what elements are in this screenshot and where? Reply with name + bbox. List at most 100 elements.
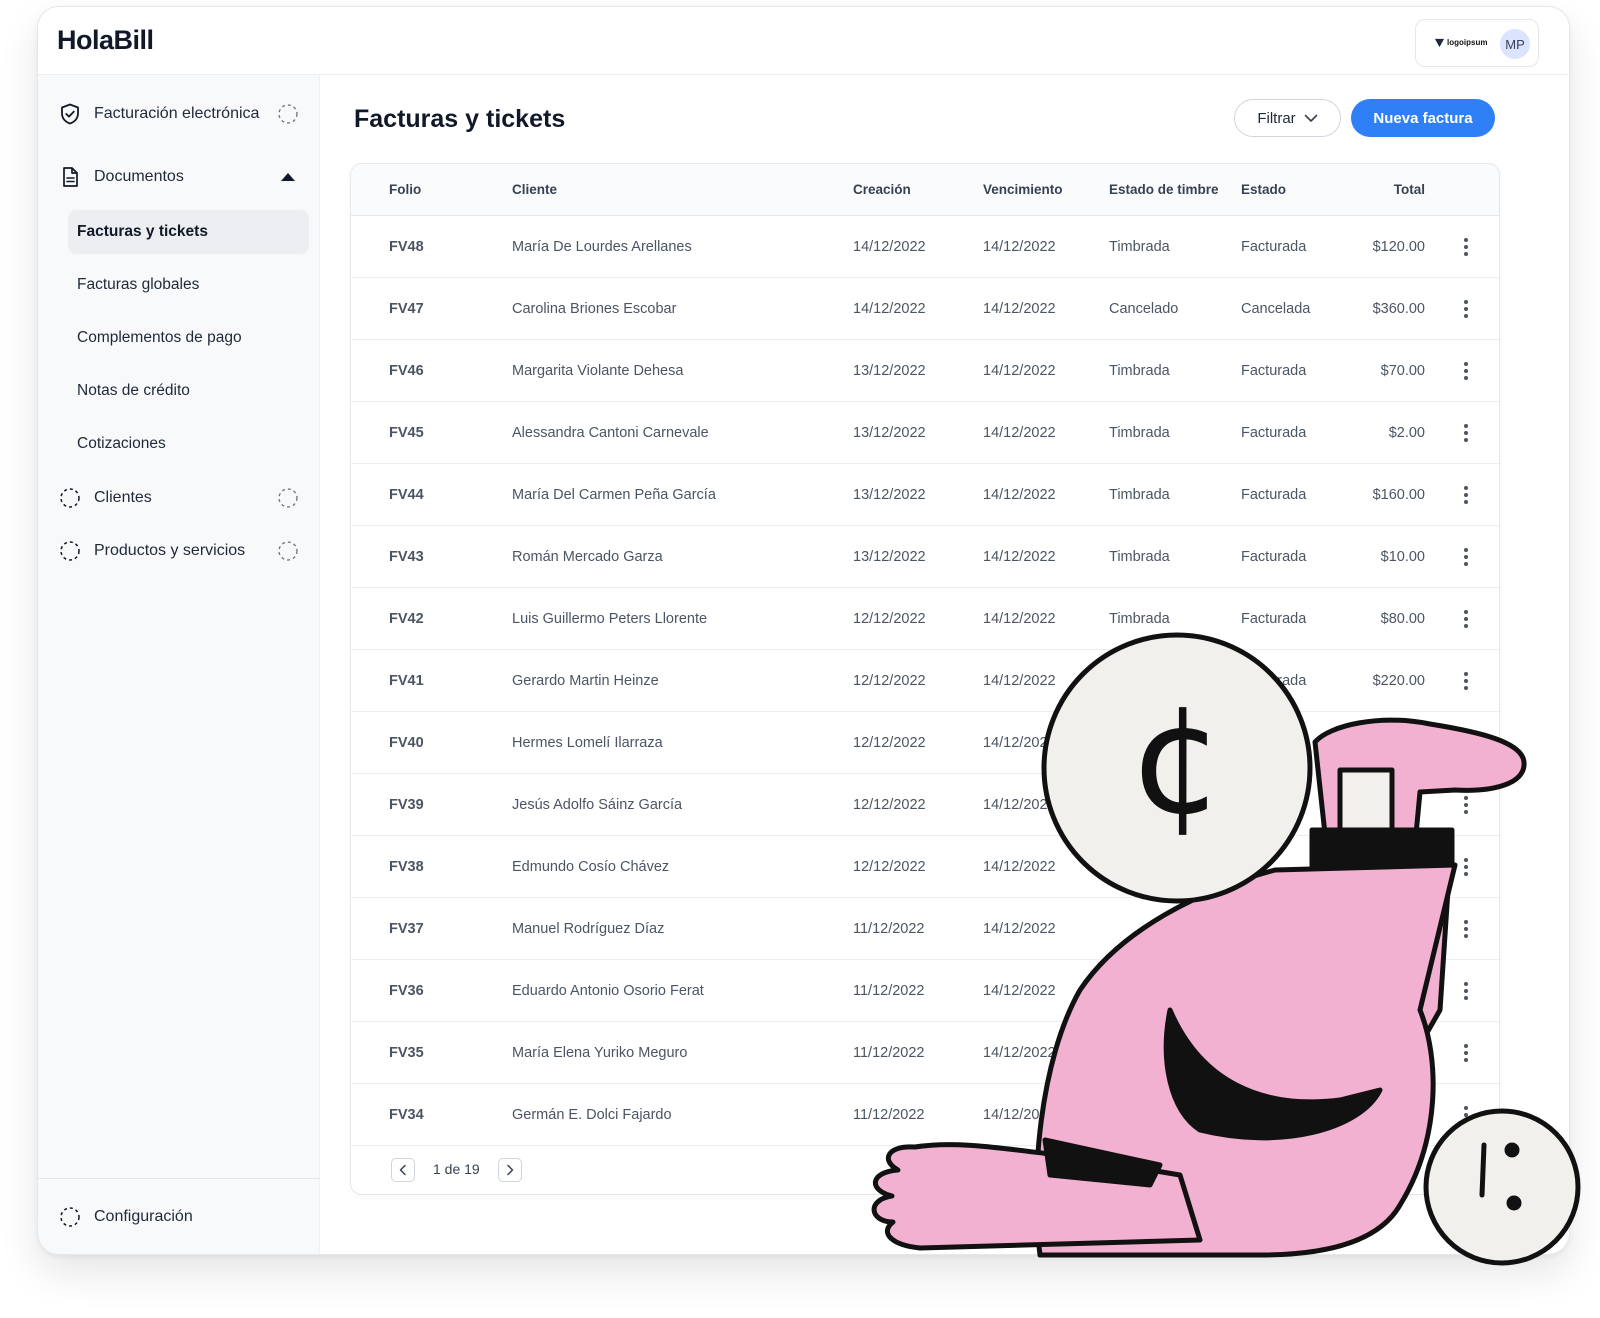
cell-vencimiento: 14/12/2022 — [983, 1045, 1056, 1061]
table-row[interactable]: FV46 Margarita Violante Dehesa 13/12/2022 1… — [351, 340, 1499, 402]
cell-vencimiento: 14/12/2022 — [983, 859, 1056, 875]
sidebar-subitem-cotizaciones[interactable]: Cotizaciones — [68, 422, 309, 466]
table-row[interactable]: FV48 María De Lourdes Arellanes 14/12/2022… — [351, 216, 1499, 278]
pagination: 1 de 19 — [351, 1146, 1499, 1194]
sidebar-item-productos-y-servicios[interactable]: Productos y servicios — [58, 529, 303, 573]
cell-estado-de-timbre: Timbrada — [1109, 549, 1170, 565]
cell-creacion: 13/12/2022 — [853, 487, 926, 503]
cell-vencimiento: 14/12/2022 — [983, 301, 1056, 317]
chevron-right-icon — [507, 1164, 514, 1176]
more-dot — [1464, 920, 1468, 924]
cell-estado: Facturada — [1241, 425, 1307, 441]
cell-folio: FV40 — [389, 735, 424, 751]
page-indicator: 1 de 19 — [433, 1161, 480, 1177]
cell-cliente: Luis Guillermo Peters Llorente — [512, 611, 708, 627]
row-more-icon[interactable] — [1455, 358, 1477, 384]
cell-folio: FV35 — [389, 1045, 424, 1061]
placeholder-icon — [58, 1205, 82, 1229]
row-more-icon[interactable] — [1455, 606, 1477, 632]
table-row[interactable]: FV47 Carolina Briones Escobar 14/12/2022 14… — [351, 278, 1499, 340]
placeholder-icon — [278, 488, 298, 508]
sidebar-item-configuracion[interactable]: Configuración — [58, 1195, 303, 1239]
more-dot — [1464, 803, 1468, 807]
cell-cliente: Gerardo Martin Heinze — [512, 673, 659, 689]
sidebar-item-clientes[interactable]: Clientes — [58, 476, 303, 520]
sidebar-subitem-facturas-globales[interactable]: Facturas globales — [68, 263, 309, 307]
more-dot — [1464, 1120, 1468, 1124]
table-row[interactable]: FV40 Hermes Lomelí Ilarraza 12/12/2022 14/1… — [351, 712, 1499, 774]
new-invoice-button[interactable]: Nueva factura — [1351, 99, 1495, 137]
account-switcher[interactable]: logoipsum MP — [1415, 19, 1539, 67]
table-row[interactable]: FV43 Román Mercado Garza 13/12/2022 14/12/2… — [351, 526, 1499, 588]
caret-up-icon[interactable] — [277, 166, 299, 188]
sidebar-item-facturacion-electronica[interactable]: Facturación electrónica — [58, 92, 303, 136]
row-more-icon[interactable] — [1455, 854, 1477, 880]
more-dot — [1464, 865, 1468, 869]
next-page-button[interactable] — [498, 1158, 522, 1182]
table-row[interactable]: FV42 Luis Guillermo Peters Llorente 12/12/… — [351, 588, 1499, 650]
cell-vencimiento: 14/12/2022 — [983, 735, 1056, 751]
row-more-icon[interactable] — [1455, 792, 1477, 818]
table-row[interactable]: FV44 María Del Carmen Peña García 13/12/20… — [351, 464, 1499, 526]
cell-creacion: 11/12/2022 — [853, 983, 925, 999]
cell-total: $120.00 — [1372, 239, 1425, 255]
filter-button[interactable]: Filtrar — [1234, 99, 1341, 137]
sidebar-subitem-facturas-y-tickets[interactable]: Facturas y tickets — [68, 210, 309, 254]
cell-total: $70.00 — [1380, 363, 1425, 379]
cell-vencimiento: 14/12/2022 — [983, 363, 1056, 379]
cell-vencimiento: 14/12/2022 — [983, 425, 1056, 441]
table-row[interactable]: FV37 Manuel Rodríguez Díaz 11/12/2022 14/12… — [351, 898, 1499, 960]
column-header-vencimiento[interactable]: Vencimiento — [983, 182, 1063, 197]
cell-folio: FV36 — [389, 983, 424, 999]
table-row[interactable]: FV41 Gerardo Martin Heinze 12/12/2022 14/12… — [351, 650, 1499, 712]
more-dot — [1464, 624, 1468, 628]
app-logo[interactable]: HolaBill — [57, 25, 154, 56]
row-more-icon[interactable] — [1455, 544, 1477, 570]
row-more-icon[interactable] — [1455, 420, 1477, 446]
row-more-icon[interactable] — [1455, 916, 1477, 942]
row-more-icon[interactable] — [1455, 482, 1477, 508]
row-more-icon[interactable] — [1455, 1102, 1477, 1128]
avatar[interactable]: MP — [1500, 29, 1530, 59]
table-row[interactable]: FV39 Jesús Adolfo Sáinz García 12/12/2022 1… — [351, 774, 1499, 836]
cell-vencimiento: 14/12/2022 — [983, 983, 1056, 999]
cell-estado: Facturada — [1241, 611, 1307, 627]
more-dot — [1464, 500, 1468, 504]
more-dot — [1464, 996, 1468, 1000]
table-row[interactable]: FV38 Edmundo Cosío Chávez 12/12/2022 14/12/… — [351, 836, 1499, 898]
more-dot — [1464, 796, 1468, 800]
more-dot — [1464, 810, 1468, 814]
row-more-icon[interactable] — [1455, 978, 1477, 1004]
cell-vencimiento: 14/12/2022 — [983, 487, 1056, 503]
row-more-icon[interactable] — [1455, 296, 1477, 322]
column-header-creacion[interactable]: Creación — [853, 182, 911, 197]
placeholder-icon — [278, 541, 298, 561]
row-more-icon[interactable] — [1455, 730, 1477, 756]
cell-estado: Facturada — [1241, 239, 1307, 255]
row-more-icon[interactable] — [1455, 1040, 1477, 1066]
table-row[interactable]: FV36 Eduardo Antonio Osorio Ferat 11/12/20… — [351, 960, 1499, 1022]
sidebar-item-documentos[interactable]: Documentos — [58, 155, 303, 199]
column-header-cliente[interactable]: Cliente — [512, 182, 557, 197]
sidebar-subitem-complementos-de-pago[interactable]: Complementos de pago — [68, 316, 309, 360]
table-row[interactable]: FV35 María Elena Yuriko Meguro 11/12/2022 1… — [351, 1022, 1499, 1084]
column-header-total[interactable]: Total — [1394, 182, 1425, 197]
placeholder-icon — [58, 486, 82, 510]
previous-page-button[interactable] — [391, 1158, 415, 1182]
table-header: Folio Cliente Creación Vencimiento Estad… — [351, 164, 1499, 216]
cell-cliente: Carolina Briones Escobar — [512, 301, 677, 317]
column-header-folio[interactable]: Folio — [389, 182, 421, 197]
cell-vencimiento: 14/12/2022 — [983, 1107, 1056, 1123]
cell-creacion: 11/12/2022 — [853, 921, 925, 937]
column-header-estado-de-timbre[interactable]: Estado de timbre — [1109, 182, 1219, 197]
row-more-icon[interactable] — [1455, 234, 1477, 260]
sidebar-item-label: Clientes — [94, 489, 152, 506]
table-row[interactable]: FV45 Alessandra Cantoni Carnevale 13/12/20… — [351, 402, 1499, 464]
sidebar-subitem-notas-de-credito[interactable]: Notas de crédito — [68, 369, 309, 413]
cell-creacion: 12/12/2022 — [853, 611, 926, 627]
cell-cliente: Hermes Lomelí Ilarraza — [512, 735, 663, 751]
row-more-icon[interactable] — [1455, 668, 1477, 694]
cell-total: $80.00 — [1380, 611, 1425, 627]
column-header-estado[interactable]: Estado — [1241, 182, 1286, 197]
table-row[interactable]: FV34 Germán E. Dolci Fajardo 11/12/2022 14/… — [351, 1084, 1499, 1146]
